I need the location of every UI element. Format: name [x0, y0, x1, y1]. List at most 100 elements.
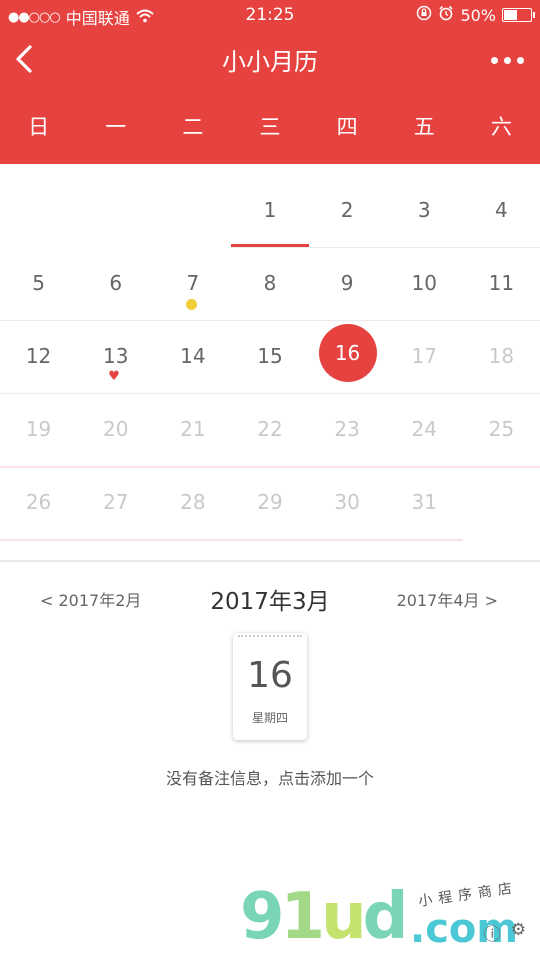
nav-bar: 小小月历	[0, 30, 540, 90]
calendar-day-number: 6	[109, 271, 123, 295]
calendar-day[interactable]: 24	[386, 383, 463, 456]
weekday-wed: 三	[259, 115, 281, 139]
calendar-day-number: 12	[25, 344, 52, 368]
calendar-day[interactable]: 23	[309, 383, 386, 456]
heart-icon: ♥	[108, 369, 120, 384]
calendar-day[interactable]: 7	[154, 237, 231, 310]
calendar-day-number: 7	[186, 271, 200, 295]
calendar-day-number: 11	[488, 271, 515, 295]
battery-icon	[502, 8, 535, 22]
calendar-day-number: 26	[25, 490, 52, 514]
alarm-icon	[438, 5, 454, 25]
calendar-day[interactable]: 22	[231, 383, 308, 456]
calendar-day[interactable]: 13 ♥	[77, 310, 154, 383]
calendar-week-row: 5 6 7 8 9 10 11	[0, 237, 540, 310]
calendar-day[interactable]: 8	[231, 237, 308, 310]
day-card: 16 星期四	[233, 633, 307, 740]
weekday-tue: 二	[182, 115, 204, 139]
add-note-link[interactable]: 没有备注信息，点击添加一个	[0, 765, 540, 789]
calendar-day[interactable]: 28	[154, 456, 231, 529]
day-card-date: 16	[247, 655, 293, 696]
watermark-big-text: 91ud	[240, 880, 408, 954]
calendar-day-number: 4	[495, 198, 508, 222]
calendar-day-number: 3	[417, 198, 431, 222]
watermark-logo: 91ud 小程序商店 .com ⓘ ⚙	[240, 880, 540, 960]
calendar-week-row: 26 27 28 29 30 31	[0, 456, 540, 529]
weekday-sat: 六	[490, 115, 512, 139]
calendar-day[interactable]: 27	[77, 456, 154, 529]
calendar-day[interactable]: 26	[0, 456, 77, 529]
calendar-day[interactable]: 17	[386, 310, 463, 383]
calendar-day[interactable]: 31	[386, 456, 463, 529]
calendar-empty-cell	[463, 456, 540, 529]
calendar-grid: 1 2 3 4 5 6 7 8 9 10 11 12 13 ♥ 14 15 16 17 18 19 20 21 22 23 24…	[0, 164, 540, 560]
calendar-day-number: 19	[25, 417, 52, 441]
calendar-day[interactable]: 3	[386, 164, 463, 237]
calendar-day-number: 22	[257, 417, 283, 441]
calendar-day[interactable]: 18	[463, 310, 540, 383]
calendar-day[interactable]: 19	[0, 383, 77, 456]
calendar-day-number: 29	[257, 490, 283, 514]
row-separator	[0, 539, 463, 541]
calendar-day[interactable]: 5	[0, 237, 77, 310]
calendar-day[interactable]: 21	[154, 383, 231, 456]
calendar-week-row: 1 2 3 4	[0, 164, 540, 247]
calendar-day[interactable]: 12	[0, 310, 77, 383]
settings-icon: ⚙	[510, 920, 526, 940]
calendar-day-number: 25	[488, 417, 515, 441]
calendar-week-row: 19 20 21 22 23 24 25	[0, 383, 540, 456]
calendar-day-number: 8	[263, 271, 277, 295]
calendar-day-number: 1	[263, 198, 277, 222]
calendar-day[interactable]: 10	[386, 237, 463, 310]
calendar-day[interactable]: 2	[309, 164, 386, 237]
calendar-day-number: 24	[411, 417, 437, 441]
weekday-mon: 一	[105, 115, 127, 139]
card-binding-rings	[238, 635, 302, 643]
calendar-day-number: 28	[180, 490, 206, 514]
calendar-day[interactable]: 20	[77, 383, 154, 456]
calendar-day-number: 14	[180, 344, 206, 368]
calendar-day-number: 9	[340, 271, 354, 295]
calendar-day-number: 27	[102, 490, 129, 514]
calendar-day[interactable]: 1	[231, 164, 309, 247]
calendar-day-number: 20	[102, 417, 129, 441]
calendar-day[interactable]: 14	[154, 310, 231, 383]
calendar-week-row: 12 13 ♥ 14 15 16 17 18	[0, 310, 540, 383]
calendar-day[interactable]: 6	[77, 237, 154, 310]
battery-percent: 50%	[460, 5, 496, 25]
calendar-day-number: 15	[257, 344, 283, 368]
more-menu-icon[interactable]	[484, 50, 524, 70]
calendar-day-number: 31	[411, 490, 437, 514]
calendar-day[interactable]: 11	[463, 237, 540, 310]
calendar-day-number: 17	[411, 344, 437, 368]
calendar-day-number: 23	[334, 417, 360, 441]
next-month-button[interactable]: 2017年4月 >	[397, 587, 498, 611]
calendar-day[interactable]: 15	[231, 310, 308, 383]
rotation-lock-icon	[416, 5, 432, 25]
calendar-empty-cell	[0, 164, 77, 237]
calendar-day-number: 5	[32, 271, 45, 295]
calendar-day[interactable]: 25	[463, 383, 540, 456]
weekday-thu: 四	[336, 115, 358, 139]
page-title: 小小月历	[222, 48, 318, 76]
help-icon: ⓘ	[483, 925, 501, 945]
status-bar: ●●○○○ 中国联通 21:25 50%	[0, 0, 540, 30]
calendar-day-number: 30	[334, 490, 360, 514]
calendar-day-number: 18	[488, 344, 515, 368]
calendar-day[interactable]: 4	[463, 164, 540, 237]
month-navigation: < 2017年2月 2017年3月 2017年4月 >	[0, 580, 540, 620]
calendar-day[interactable]: 29	[231, 456, 308, 529]
calendar-day-number: 10	[411, 271, 437, 295]
weekday-sun: 日	[28, 115, 50, 139]
calendar-empty-cell	[77, 164, 154, 237]
calendar-day-number: 2	[340, 198, 354, 222]
weekday-header: 日 一 二 三 四 五 六	[0, 90, 540, 164]
calendar-day[interactable]: 30	[309, 456, 386, 529]
calendar-day-selected: 16	[318, 324, 377, 382]
day-card-weekday: 星期四	[251, 711, 288, 725]
calendar-empty-cell	[154, 164, 231, 237]
calendar-day[interactable]: 16	[309, 310, 386, 383]
calendar-day-number: 21	[180, 417, 206, 441]
event-dot-icon	[186, 299, 198, 310]
calendar-day[interactable]: 9	[309, 237, 386, 310]
